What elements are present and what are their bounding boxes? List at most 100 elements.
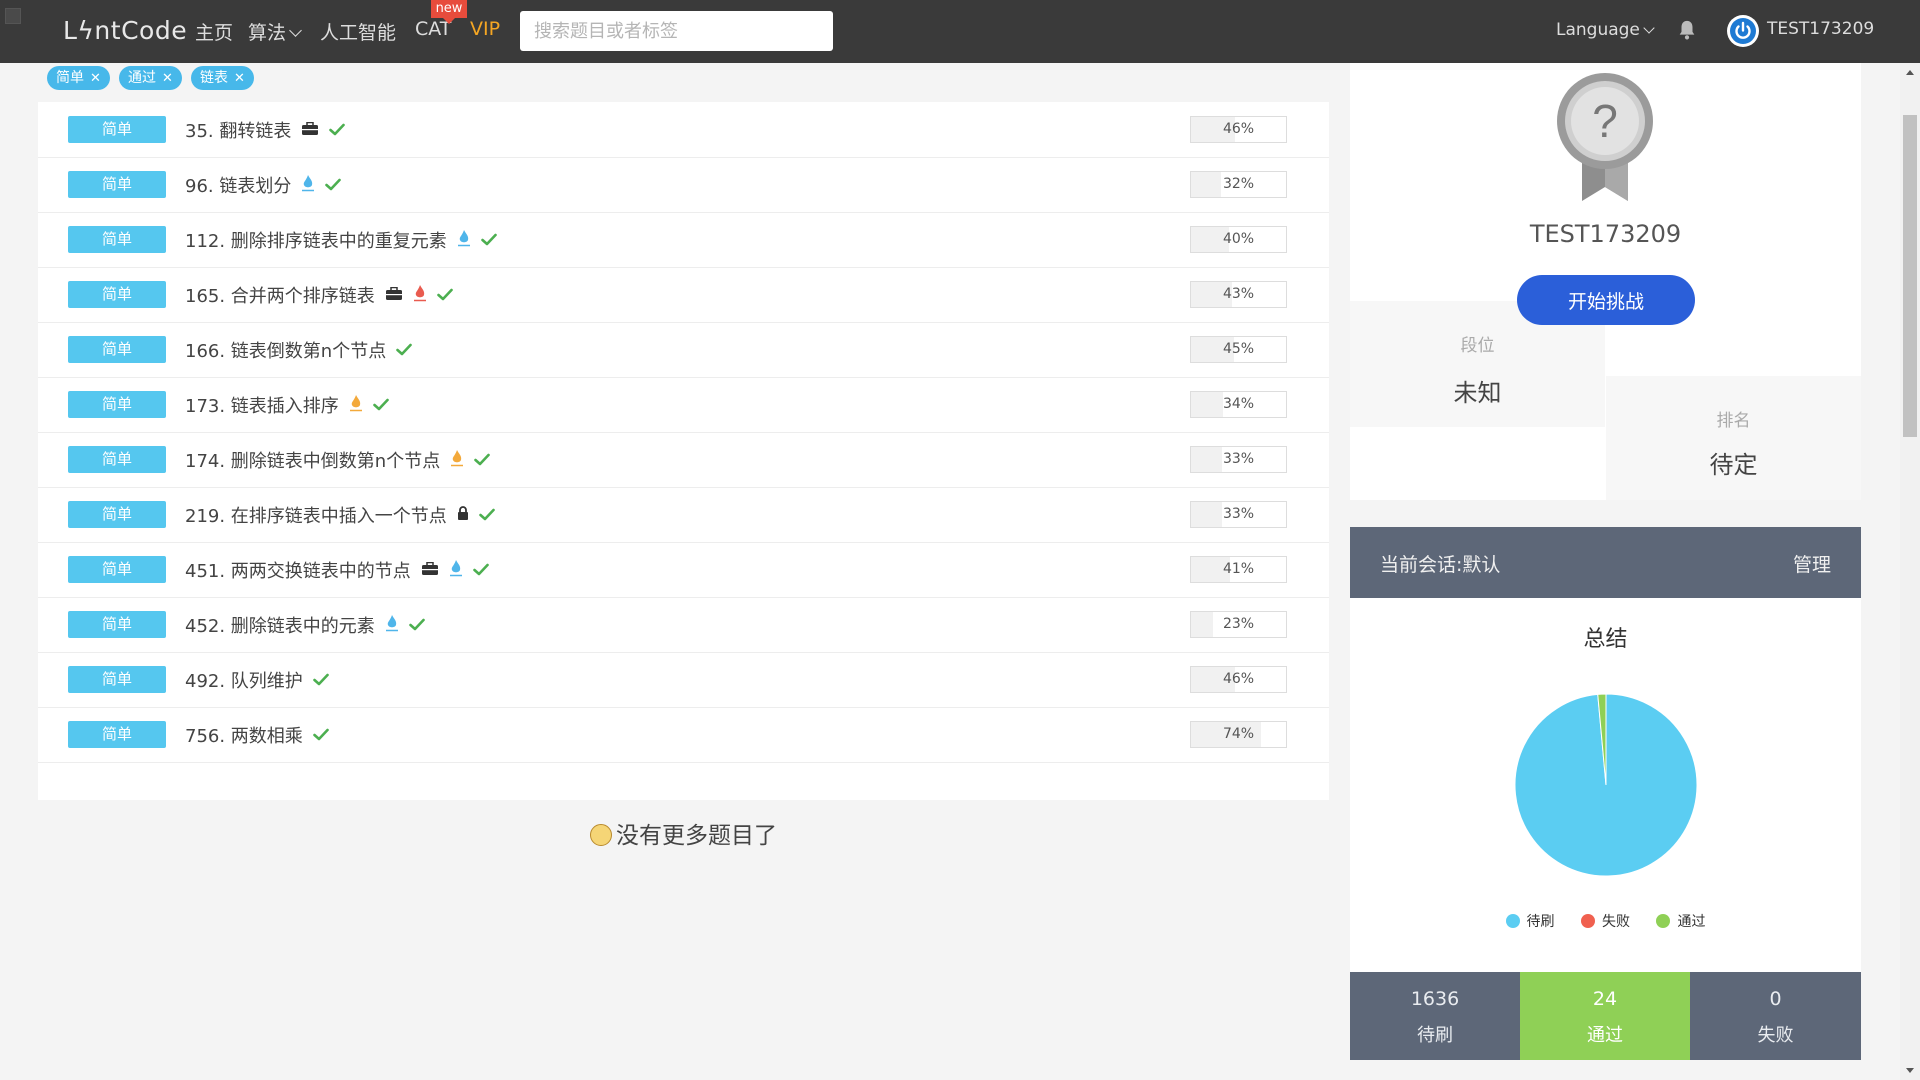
scrollbar-thumb[interactable] [1903,115,1917,437]
close-icon[interactable]: ✕ [90,71,101,86]
problem-title[interactable]: 112. 删除排序链表中的重复元素 [185,227,497,254]
stat-failed[interactable]: 0 失败 [1690,972,1861,1060]
close-icon[interactable]: ✕ [234,71,245,86]
profile-username: TEST173209 [1529,220,1682,248]
filter-tag-linked-list[interactable]: 链表 ✕ [191,66,254,90]
problem-row[interactable]: 简单 756. 两数相乘 74% [38,707,1329,763]
language-dropdown[interactable]: Language [1556,20,1655,40]
check-icon [313,725,329,746]
filter-tag-easy[interactable]: 简单 ✕ [47,66,110,90]
problem-title[interactable]: 96. 链表划分 [185,172,342,199]
chevron-down-icon [289,24,302,37]
stat-value: 0 [1769,988,1782,1010]
filter-tags: 简单 ✕ 通过 ✕ 链表 ✕ [47,66,258,90]
page-scrollbar[interactable] [1900,63,1920,1080]
problem-title-text: 165. 合并两个排序链表 [185,286,375,307]
acceptance-rate-text: 33% [1222,506,1255,522]
chart-legend: 待刷 失败 通过 [1350,911,1861,931]
difficulty-badge: 简单 [68,446,166,473]
problem-title[interactable]: 166. 链表倒数第n个节点 [185,337,413,363]
legend-item-pending[interactable]: 待刷 [1505,911,1555,931]
problem-title[interactable]: 219. 在排序链表中插入一个节点 [185,502,495,528]
legend-item-passed[interactable]: 通过 [1656,911,1705,931]
problem-title[interactable]: 173. 链表插入排序 [185,392,389,419]
problem-title[interactable]: 756. 两数相乘 [185,722,329,748]
briefcase-icon [385,285,403,306]
acceptance-rate-text: 34% [1222,396,1255,412]
difficulty-badge: 简单 [68,336,166,363]
start-challenge-button[interactable]: 开始挑战 [1517,275,1695,325]
nav-username[interactable]: TEST173209 [1767,19,1874,39]
flame-blue-icon [457,229,471,252]
problem-row[interactable]: 简单 173. 链表插入排序 34% [38,377,1329,433]
summary-stats: 1636 待刷 24 通过 0 失败 [1350,972,1861,1060]
difficulty-badge: 简单 [68,391,166,418]
filter-tag-passed[interactable]: 通过 ✕ [119,66,182,90]
acceptance-rate-bar: 74% [1190,721,1287,748]
nav-vip[interactable]: VIP [470,18,500,40]
stat-pending[interactable]: 1636 待刷 [1350,972,1520,1060]
scroll-down-icon[interactable] [1906,1068,1914,1073]
stat-label: 通过 [1587,1025,1623,1046]
acceptance-rate-text: 43% [1222,286,1255,302]
problem-title[interactable]: 451. 两两交换链表中的节点 [185,557,489,584]
new-badge: new [431,0,467,24]
acceptance-rate-text: 74% [1222,726,1255,742]
briefcase-icon [421,560,439,581]
nav-algorithm[interactable]: 算法 [248,18,302,45]
problem-title-text: 451. 两两交换链表中的节点 [185,561,411,582]
language-label: Language [1556,20,1640,40]
acceptance-rate-text: 41% [1222,561,1255,577]
acceptance-rate-bar: 45% [1190,336,1287,363]
acceptance-rate-bar: 23% [1190,611,1287,638]
nav-home[interactable]: 主页 [195,18,233,45]
acceptance-rate-bar: 40% [1190,226,1287,253]
lock-icon [457,505,469,526]
close-icon[interactable]: ✕ [162,71,173,86]
problem-title[interactable]: 452. 删除链表中的元素 [185,612,425,639]
problem-row[interactable]: 简单 451. 两两交换链表中的节点 41% [38,542,1329,598]
scroll-up-icon[interactable] [1906,70,1914,75]
problem-row[interactable]: 简单 492. 队列维护 46% [38,652,1329,708]
manage-link[interactable]: 管理 [1793,550,1831,577]
difficulty-badge: 简单 [68,611,166,638]
nav-ai[interactable]: 人工智能 [320,18,396,45]
filter-tag-label: 简单 [56,70,84,86]
difficulty-badge: 简单 [68,501,166,528]
problem-title-text: 96. 链表划分 [185,176,292,197]
legend-item-failed[interactable]: 失败 [1581,911,1630,931]
problem-row[interactable]: 简单 452. 删除链表中的元素 23% [38,597,1329,653]
acceptance-rate-text: 33% [1222,451,1255,467]
problem-row[interactable]: 简单 96. 链表划分 32% [38,157,1329,213]
problem-title-text: 166. 链表倒数第n个节点 [185,341,387,362]
problem-row[interactable]: 简单 166. 链表倒数第n个节点 45% [38,322,1329,378]
problem-title-text: 492. 队列维护 [185,671,303,692]
difficulty-badge: 简单 [68,116,166,143]
acceptance-rate-bar: 33% [1190,446,1287,473]
check-icon [474,450,491,471]
flame-blue-icon [301,174,315,197]
acceptance-rate-text: 40% [1222,231,1255,247]
legend-dot [1656,914,1671,928]
problem-row[interactable]: 简单 174. 删除链表中倒数第n个节点 33% [38,432,1329,488]
problem-title[interactable]: 165. 合并两个排序链表 [185,282,453,309]
problem-title[interactable]: 35. 翻转链表 [185,117,346,143]
difficulty-badge: 简单 [68,721,166,748]
difficulty-badge: 简单 [68,556,166,583]
acceptance-rate-bar: 46% [1190,116,1287,143]
problem-row[interactable]: 简单 112. 删除排序链表中的重复元素 40% [38,212,1329,268]
search-input[interactable] [520,11,833,51]
no-more-text: 没有更多题目了 [616,823,777,849]
bell-icon[interactable] [1676,19,1698,41]
problem-title[interactable]: 174. 删除链表中倒数第n个节点 [185,447,491,474]
stat-passed[interactable]: 24 通过 [1520,972,1690,1060]
acceptance-rate-text: 46% [1222,121,1255,137]
problem-row[interactable]: 简单 219. 在排序链表中插入一个节点 33% [38,487,1329,543]
acceptance-rate-bar: 34% [1190,391,1287,418]
problem-title[interactable]: 492. 队列维护 [185,667,329,693]
site-logo[interactable]: LϟntCode [63,16,187,45]
problem-row[interactable]: 简单 165. 合并两个排序链表 43% [38,267,1329,323]
problem-row[interactable]: 简单 35. 翻转链表 46% [38,102,1329,158]
summary-pie-chart [1514,693,1698,877]
avatar[interactable] [1727,15,1759,47]
